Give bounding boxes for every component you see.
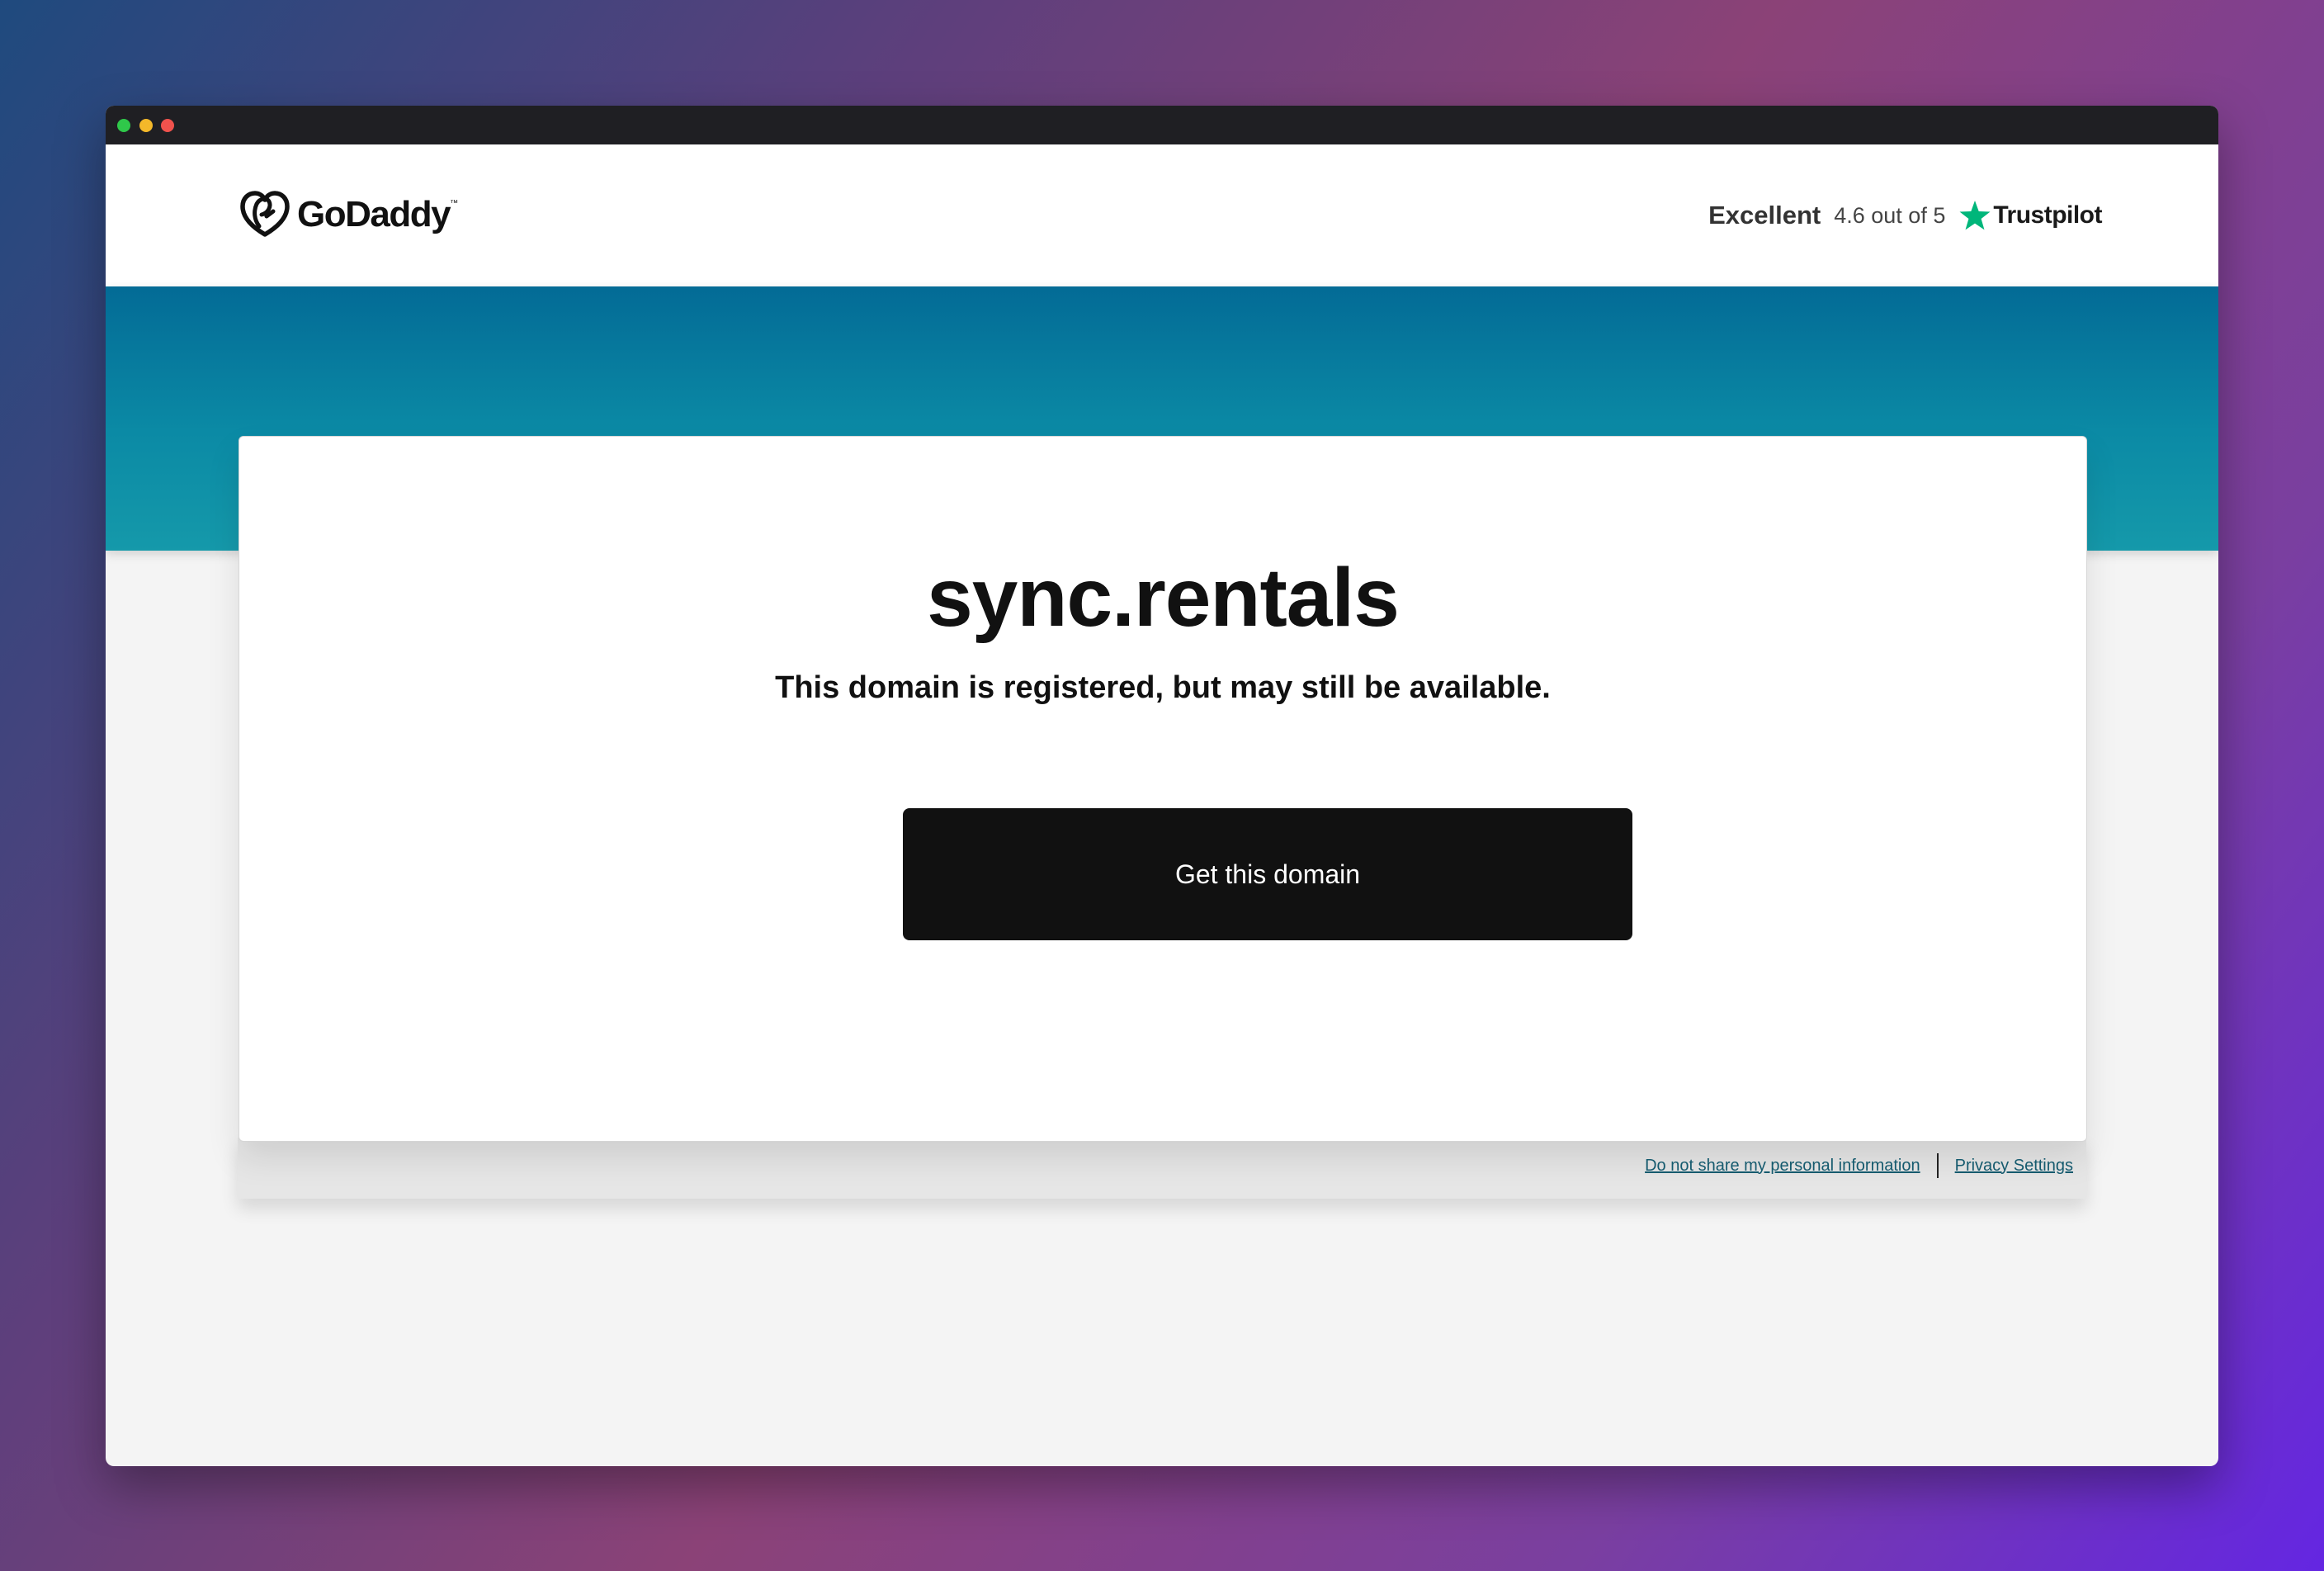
window-control-red[interactable] [161,119,174,132]
privacy-settings-link[interactable]: Privacy Settings [1955,1157,2073,1176]
rating-score: 4.6 out of 5 [1834,202,1946,228]
domain-name: sync.rentals [927,551,1400,644]
title-bar [106,106,2218,144]
rating-label: Excellent [1708,201,1821,229]
trustpilot-star-icon [1959,201,1991,230]
footer-separator [1936,1153,1939,1178]
logo-wordmark: GoDaddy [297,194,451,234]
site-header: GoDaddy ™ Excellent 4.6 out of 5 Trustpi… [106,144,2218,286]
browser-window: GoDaddy ™ Excellent 4.6 out of 5 Trustpi… [106,106,2218,1466]
get-domain-button[interactable]: Get this domain [903,808,1632,940]
window-control-green[interactable] [117,119,130,132]
footer-links: Do not share my personal information Pri… [1645,1153,2073,1178]
godaddy-heart-icon [240,191,290,237]
trustpilot-rating[interactable]: Excellent 4.6 out of 5 Trustpilot [1708,197,2102,234]
domain-card: sync.rentals This domain is registered, … [239,436,2087,1142]
window-control-yellow[interactable] [139,119,153,132]
do-not-share-link[interactable]: Do not share my personal information [1645,1157,1920,1176]
trustpilot-brand: Trustpilot [1993,201,2102,229]
domain-status: This domain is registered, but may still… [775,670,1551,705]
logo-trademark: ™ [450,199,459,208]
godaddy-logo[interactable]: GoDaddy ™ [239,187,458,242]
